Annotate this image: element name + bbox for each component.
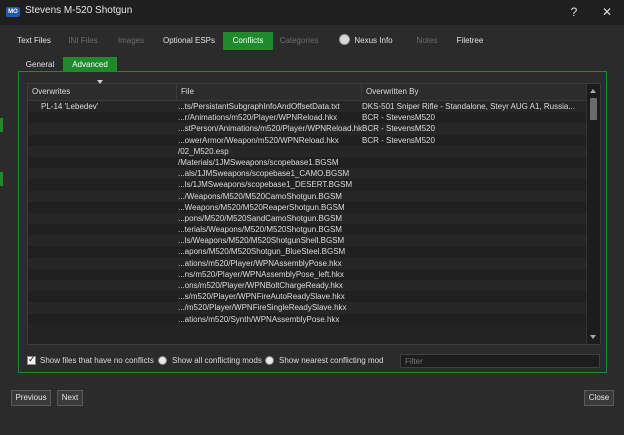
left-edge-marker (0, 172, 3, 186)
file-cell: ...apons/M520/M520Shotgun_BlueSteel.BGSM (178, 247, 346, 257)
filter-input[interactable] (400, 354, 600, 368)
scroll-down-arrow-icon[interactable] (590, 335, 596, 339)
sort-indicator-icon (97, 80, 103, 84)
overwritten-by-cell: BCR - StevensM520 (362, 124, 435, 134)
table-row[interactable]: ...stPerson/Animations/m520/Player/WPNRe… (28, 123, 588, 135)
table-row[interactable]: PL-14 'Lebedev' ...ts/PersistantSubgraphI… (28, 101, 588, 113)
file-cell: ...s/m520/Player/WPNFireAutoReadySlave.h… (178, 292, 345, 302)
file-cell: /Materials/1JMSweapons/scopebase1.BGSM (178, 157, 339, 167)
table-row[interactable]: ...ns/m520/Player/WPNAssemblyPose_left.h… (28, 268, 588, 280)
tab-nexus-info-label: Nexus Info (354, 36, 393, 45)
file-cell: ...ts/PersistantSubgraphInfoAndOffsetDat… (178, 102, 340, 111)
file-cell: ...ls/1JMSweapons/scopebase1_DESERT.BGSM (178, 180, 353, 190)
scroll-up-arrow-icon[interactable] (590, 89, 596, 93)
conflicts-table: Overwrites File Overwritten By PL-14 'Le… (27, 83, 601, 345)
close-button[interactable]: Close (584, 390, 614, 406)
help-button[interactable]: ? (566, 4, 582, 20)
close-window-button[interactable]: ✕ (599, 4, 615, 20)
table-row[interactable]: ...ations/m520/Player/WPNAssemblyPose.hk… (28, 257, 588, 269)
file-cell: ...stPerson/Animations/m520/Player/WPNRe… (178, 124, 362, 134)
file-cell: ...ations/m520/Synth/WPNAssemblyPose.hkx (178, 314, 340, 324)
table-row[interactable]: ...pons/M520/M520SandCamoShotgun.BGSM (28, 212, 588, 225)
file-cell: ...pons/M520/M520SandCamoShotgun.BGSM (178, 213, 343, 223)
overwritten-by-cell: BCR - StevensM520 (362, 135, 435, 145)
table-row[interactable]: ...ls/Weapons/M520/M520ShotgunShell.BGSM (28, 235, 588, 247)
subtab-advanced[interactable]: Advanced (63, 57, 117, 72)
table-row[interactable]: /Materials/1JMSweapons/scopebase1.BGSM (28, 156, 588, 169)
show-all-conflicting-radio[interactable] (158, 356, 167, 365)
tab-ini-files[interactable]: INI Files (63, 32, 103, 50)
tab-optional-esps[interactable]: Optional ESPs (157, 32, 221, 50)
app-icon-label: MO (8, 9, 18, 15)
table-row[interactable]: ...s/m520/Player/WPNFireAutoReadySlave.h… (28, 291, 588, 303)
tab-notes[interactable]: Notes (410, 32, 444, 50)
scrollbar-thumb[interactable] (590, 98, 597, 120)
file-cell: ...r/Animations/m520/Player/WPNReload.hk… (178, 113, 338, 123)
file-cell: ...Weapons/M520/M520ReaperShotgun.BGSM (178, 202, 345, 212)
table-row[interactable]: /02_M520.esp (28, 145, 588, 157)
column-header-overwritten-by-label: Overwritten By (366, 87, 419, 96)
column-header-file-label: File (181, 87, 194, 96)
table-row[interactable]: ...ons/m520/Player/WPNBoltChargeReady.hk… (28, 280, 588, 292)
tab-conflicts[interactable]: Conflicts (223, 32, 273, 50)
left-edge-marker (0, 118, 3, 132)
file-cell: ...owerArmor/Weapon/m520/WPNReload.hkx (178, 135, 339, 145)
file-cell: ...ons/m520/Player/WPNBoltChargeReady.hk… (178, 281, 343, 290)
column-header-overwrites-label: Overwrites (32, 87, 71, 96)
next-button[interactable]: Next (57, 390, 83, 406)
table-row[interactable]: ...als/1JMSweapons/scopebase1_CAMO.BGSM (28, 168, 588, 180)
previous-button[interactable]: Previous (11, 390, 51, 406)
file-cell: .../Weapons/M520/M520CamoShotgun.BGSM (178, 191, 342, 201)
file-cell: .../m520/Player/WPNFireSingleReadySlave.… (178, 303, 347, 313)
file-cell: ...als/1JMSweapons/scopebase1_CAMO.BGSM (178, 169, 350, 179)
subtab-general[interactable]: General (20, 57, 60, 72)
tab-nexus-info[interactable]: Nexus Info (333, 32, 399, 50)
tab-images[interactable]: Images (111, 32, 151, 50)
app-icon: MO (6, 7, 20, 17)
table-body: PL-14 'Lebedev' ...ts/PersistantSubgraphI… (28, 101, 588, 325)
file-cell: /02_M520.esp (178, 146, 229, 156)
show-no-conflicts-label: Show files that have no conflicts (40, 356, 154, 365)
title-bar: MO Stevens M-520 Shotgun ? ✕ (0, 0, 624, 25)
show-no-conflicts-checkbox[interactable] (27, 354, 36, 365)
table-row[interactable]: ...ls/1JMSweapons/scopebase1_DESERT.BGSM (28, 179, 588, 191)
show-all-conflicting-label: Show all conflicting mods (172, 356, 262, 365)
overwritten-by-cell: BCR - StevensM520 (362, 113, 435, 123)
window-title: Stevens M-520 Shotgun (25, 5, 133, 16)
file-cell: ...ations/m520/Player/WPNAssemblyPose.hk… (178, 258, 342, 268)
table-row[interactable]: ...owerArmor/Weapon/m520/WPNReload.hkx BC… (28, 134, 588, 146)
options-bar: Show files that have no conflicts Show a… (27, 354, 607, 368)
tab-categories[interactable]: Categories (274, 32, 324, 50)
column-header-file[interactable]: File (177, 84, 362, 100)
tab-text-files[interactable]: Text Files (12, 32, 56, 50)
table-row[interactable]: .../m520/Player/WPNFireSingleReadySlave.… (28, 302, 588, 314)
table-header: Overwrites File Overwritten By (28, 84, 588, 101)
vertical-scrollbar[interactable] (586, 84, 600, 344)
overwrites-cell: PL-14 'Lebedev' (41, 102, 99, 111)
column-header-overwrites[interactable]: Overwrites (28, 84, 177, 100)
table-row[interactable]: ...apons/M520/M520Shotgun_BlueSteel.BGSM (28, 246, 588, 258)
file-cell: ...terials/Weapons/M520/M520Shotgun.BGSM (178, 225, 342, 235)
file-cell: ...ls/Weapons/M520/M520ShotgunShell.BGSM (178, 236, 345, 246)
overwritten-by-cell: DKS-501 Sniper Rifle - Standalone, Steyr… (362, 102, 575, 111)
tab-filetree[interactable]: Filetree (451, 32, 489, 50)
globe-icon (339, 34, 351, 45)
table-row[interactable]: ...terials/Weapons/M520/M520Shotgun.BGSM (28, 224, 588, 236)
table-row[interactable]: ...Weapons/M520/M520ReaperShotgun.BGSM (28, 201, 588, 213)
table-row[interactable]: ...ations/m520/Synth/WPNAssemblyPose.hkx (28, 313, 588, 325)
show-nearest-conflicting-radio[interactable] (265, 356, 274, 365)
show-nearest-conflicting-label: Show nearest conflicting mod (279, 356, 384, 365)
table-row[interactable]: .../Weapons/M520/M520CamoShotgun.BGSM (28, 190, 588, 202)
table-row[interactable]: ...r/Animations/m520/Player/WPNReload.hk… (28, 112, 588, 124)
column-header-overwritten-by[interactable]: Overwritten By (362, 84, 588, 100)
file-cell: ...ns/m520/Player/WPNAssemblyPose_left.h… (178, 269, 344, 279)
